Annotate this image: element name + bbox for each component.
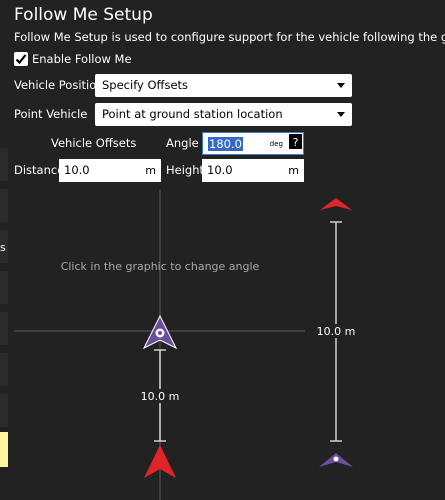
graphic-hint: Click in the graphic to change angle (61, 260, 260, 273)
distance-readout: 10.0 m (141, 390, 180, 403)
ground-station-side-icon (320, 198, 352, 210)
offset-graphic[interactable]: Click in the graphic to change angle 10.… (0, 0, 445, 500)
height-readout: 10.0 m (317, 325, 356, 338)
vehicle-side-icon (319, 453, 353, 467)
